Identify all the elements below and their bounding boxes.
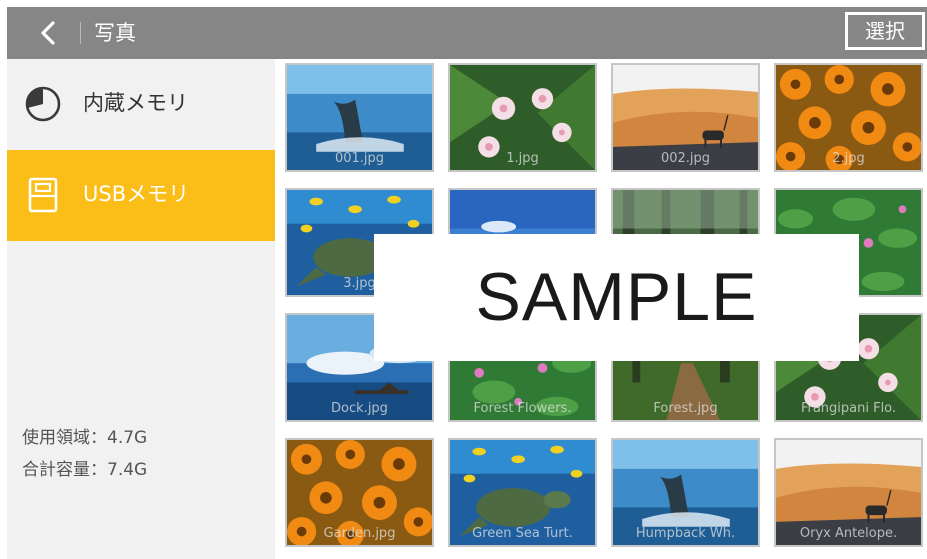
select-button[interactable]: 選択: [845, 12, 925, 50]
back-arrow-icon[interactable]: [35, 19, 61, 47]
sidebar-item-label: USBメモリ: [83, 182, 190, 206]
watermark-text: SAMPLE: [475, 259, 758, 335]
page-title: 写真: [94, 21, 136, 45]
photo-filename: Forest.jpg: [653, 401, 718, 416]
sidebar-item-usb-memory[interactable]: USBメモリ: [7, 150, 275, 241]
photo-filename: Frangipani Flo.: [800, 401, 897, 416]
photo-thumbnail[interactable]: Green Sea Turt.: [448, 438, 597, 547]
photo-filename: 001.jpg: [334, 151, 385, 166]
storage-total-text: 合計容量：7.4G: [22, 460, 148, 480]
photo-thumbnail[interactable]: 001.jpg: [285, 63, 434, 172]
top-bar: 写真 選択: [7, 7, 927, 59]
photo-filename: Humpback Wh.: [635, 526, 736, 541]
storage-used-text: 使用領域：4.7G: [22, 428, 148, 448]
photo-filename: Dock.jpg: [331, 401, 388, 416]
photo-thumbnail[interactable]: Humpback Wh.: [611, 438, 760, 547]
photo-thumbnail[interactable]: Oryx Antelope.: [774, 438, 923, 547]
photo-thumbnail[interactable]: Garden.jpg: [285, 438, 434, 547]
photo-thumbnail[interactable]: 002.jpg: [611, 63, 760, 172]
photo-filename: Forest Flowers.: [473, 401, 572, 416]
sidebar: 内蔵メモリ USBメモリ 使用領域：4.7G 合計容量：7.4G: [7, 59, 275, 559]
photo-filename: Oryx Antelope.: [799, 526, 898, 541]
photo-thumbnail[interactable]: 1.jpg: [448, 63, 597, 172]
photo-filename: Green Sea Turt.: [472, 526, 573, 541]
sidebar-item-label: 内蔵メモリ: [83, 91, 188, 115]
photo-filename: 002.jpg: [660, 151, 711, 166]
pie-chart-icon: [25, 86, 61, 122]
sidebar-item-internal-memory[interactable]: 内蔵メモリ: [7, 59, 275, 150]
usb-drive-icon: [28, 177, 58, 213]
photo-filename: Garden.jpg: [323, 526, 396, 541]
photo-thumbnail[interactable]: 2.jpg: [774, 63, 923, 172]
photo-filename: 1.jpg: [506, 151, 539, 166]
title-divider: [80, 22, 81, 44]
photo-filename: 2.jpg: [832, 151, 865, 166]
sample-watermark: SAMPLE: [374, 234, 859, 361]
